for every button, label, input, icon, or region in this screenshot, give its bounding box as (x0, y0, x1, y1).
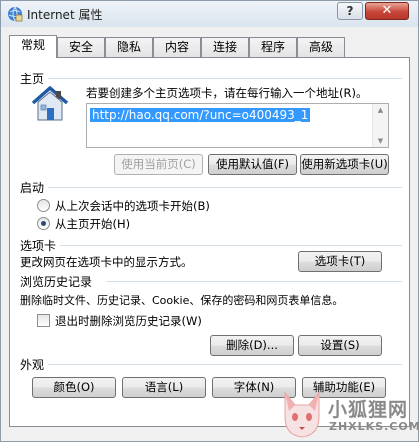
watermark-brand-en: ZHXLKS.COM (329, 420, 419, 433)
appearance-divider (48, 364, 402, 365)
internet-options-dialog: Internet 属性 ? ✕ 常规 安全 隐私 内容 连接 程序 高级 主页 … (0, 0, 419, 442)
close-button[interactable]: ✕ (365, 2, 409, 20)
tabs-settings-button[interactable]: 选项卡(T) (298, 251, 382, 272)
startup-last-session-label: 从上次会话中的选项卡开始(B) (55, 199, 210, 213)
home-page-url-value: http://hao.qq.com/?unc=o400493_1 (90, 108, 311, 122)
tab-security[interactable]: 安全 (57, 37, 105, 57)
use-current-button[interactable]: 使用当前页(C) (114, 154, 203, 175)
history-description: 删除临时文件、历史记录、Cookie、保存的密码和网页表单信息。 (20, 294, 344, 307)
general-tab-panel: 主页 若要创建多个主页选项卡，请在每行输入一个地址(R)。 http://hao… (9, 57, 410, 427)
tabs-divider (60, 245, 402, 246)
use-default-button[interactable]: 使用默认值(F) (208, 154, 297, 175)
site-watermark: 小狐狸网 ZHXLKS.COM (273, 385, 419, 442)
startup-home-page-radio[interactable] (37, 217, 50, 230)
tabs-group-label: 选项卡 (20, 239, 57, 253)
fox-logo-icon (284, 391, 320, 438)
startup-divider (48, 187, 402, 188)
startup-home-page-label: 从主页开始(H) (55, 217, 131, 231)
title-bar[interactable]: Internet 属性 ? ✕ (1, 1, 418, 27)
scroll-down-arrow-icon[interactable]: ▼ (373, 135, 388, 147)
languages-button[interactable]: 语言(L) (122, 377, 206, 398)
tab-privacy[interactable]: 隐私 (105, 37, 153, 57)
delete-history-button[interactable]: 删除(D)... (210, 335, 294, 356)
home-page-url-field[interactable]: http://hao.qq.com/?unc=o400493_1 ▲ ▼ (86, 103, 389, 148)
history-divider (106, 281, 402, 282)
startup-group-label: 启动 (20, 181, 45, 195)
delete-on-exit-checkbox[interactable] (37, 314, 50, 327)
watermark-brand-cn: 小狐狸网 (328, 399, 409, 421)
internet-options-icon (8, 6, 23, 22)
delete-on-exit-label: 退出时删除浏览历史记录(W) (55, 314, 202, 328)
window-title: Internet 属性 (27, 8, 103, 22)
appearance-group-label: 外观 (20, 358, 45, 372)
tab-advanced[interactable]: 高级 (297, 37, 345, 57)
tab-programs[interactable]: 程序 (249, 37, 297, 57)
tab-content[interactable]: 内容 (153, 37, 201, 57)
url-field-scrollbar[interactable]: ▲ ▼ (372, 104, 388, 147)
home-icon (31, 86, 69, 121)
tab-connections[interactable]: 连接 (201, 37, 249, 57)
tabs-description: 更改网页在选项卡中的显示方式。 (20, 255, 193, 269)
home-page-divider (48, 78, 402, 79)
use-new-tab-button[interactable]: 使用新选项卡(U) (300, 154, 389, 175)
startup-last-session-radio[interactable] (37, 199, 50, 212)
history-settings-button[interactable]: 设置(S) (298, 335, 382, 356)
colors-button[interactable]: 颜色(O) (32, 377, 116, 398)
help-button[interactable]: ? (337, 2, 363, 20)
tab-general[interactable]: 常规 (9, 35, 57, 58)
history-group-label: 浏览历史记录 (20, 275, 93, 289)
scroll-up-arrow-icon[interactable]: ▲ (373, 104, 388, 116)
home-page-instruction: 若要创建多个主页选项卡，请在每行输入一个地址(R)。 (86, 86, 368, 100)
